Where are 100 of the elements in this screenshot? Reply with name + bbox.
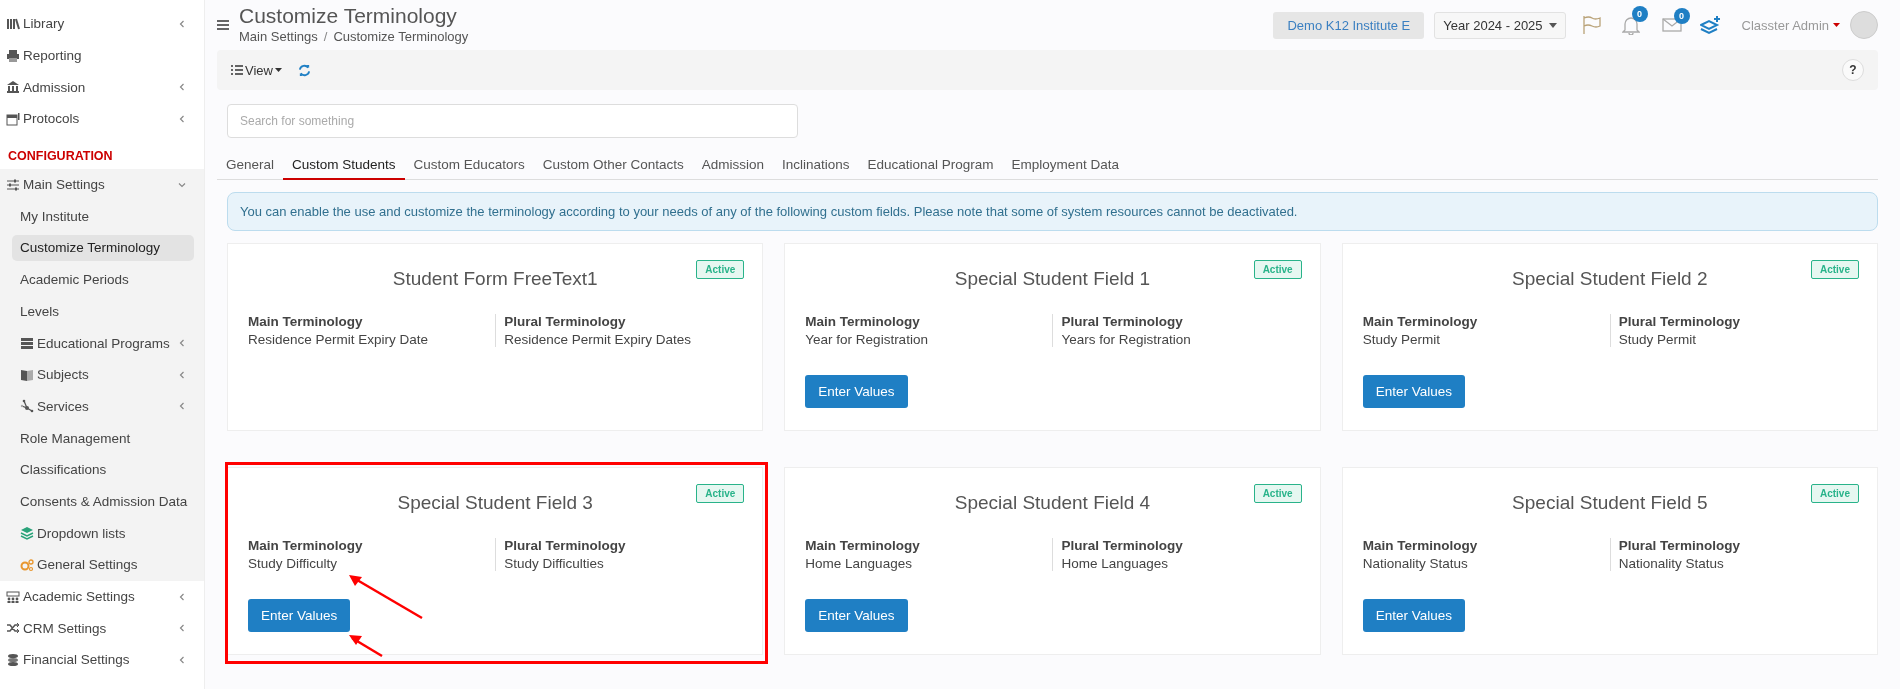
view-button[interactable]: View [231,62,282,78]
card-title: Special Student Field 4 [954,492,1151,514]
sidebar-item[interactable]: Reporting [2,42,194,69]
tab[interactable]: Inclinations [773,150,859,180]
tab[interactable]: General [217,150,284,180]
field-value: Nationality Status [1618,556,1725,571]
field-value: Study Permit [1618,332,1698,347]
field-value: Residence Permit Expiry Date [248,332,430,347]
sidebar-item[interactable]: Services [12,393,194,420]
search-field[interactable]: Search for something [227,104,798,138]
enter-values-button[interactable]: Enter Values [1362,375,1465,408]
enter-values-button[interactable]: Enter Values [1362,599,1465,632]
sidebar-item[interactable]: Consents & Admission Data [12,488,196,515]
sidebar-item[interactable]: CRM Settings [2,615,194,642]
bank-icon [6,80,20,95]
help-button[interactable]: ? [1842,59,1864,81]
sidebar-item[interactable]: Role Management [12,425,194,452]
layers-icon [20,526,34,541]
message-count: 0 [1673,8,1690,24]
status-badge: Active [1810,484,1859,503]
tab[interactable]: Employment Data [1002,150,1128,180]
status-badge: Active [696,484,745,503]
chevron-icon [178,402,186,411]
field-value: Nationality Status [1362,556,1469,571]
chevron-icon [178,592,186,601]
sidebar-item[interactable]: Protocols [2,105,194,132]
enter-values-button[interactable]: Enter Values [805,599,908,632]
refresh-icon[interactable] [297,63,311,77]
tab[interactable]: Custom Students [283,150,405,180]
chevron-icon [178,83,186,92]
tab[interactable]: Educational Program [858,150,1003,180]
enter-values-button[interactable]: Enter Values [248,599,351,632]
field-value: Residence Permit Expiry Dates [504,332,692,347]
field-label: Plural Terminology [1061,538,1184,553]
card-title: Special Student Field 1 [954,268,1151,290]
field-label: Plural Terminology [1061,314,1184,329]
field-value: Study Permit [1362,332,1441,347]
printer-icon [6,48,20,63]
sidebar-item[interactable]: Main Settings [2,171,194,198]
bell-icon[interactable] [1621,15,1640,35]
nodes-icon [20,399,34,414]
caret-icon [274,68,282,72]
chevron-icon [178,370,186,379]
chevron-icon [178,624,186,633]
sidebar-item[interactable]: Dropdown lists [12,520,194,547]
tab[interactable]: Custom Educators [404,150,534,180]
menu-icon[interactable] [217,20,229,30]
field-value: Study Difficulty [248,556,339,571]
breadcrumb-item: Customize Terminology [333,28,469,44]
field-label: Main Terminology [1362,314,1479,329]
field-label: Plural Terminology [1618,538,1742,553]
field-value: Home Languages [805,556,913,571]
page-title: Customize Terminology [239,2,458,29]
people-icon [6,589,20,604]
layers-add-icon[interactable] [1699,15,1722,35]
tab[interactable]: Custom Other Contacts [533,150,693,180]
status-badge: Active [1253,484,1302,503]
sidebar-item[interactable]: Academic Periods [12,266,194,293]
breadcrumb-separator: / [323,28,328,44]
breadcrumb-item[interactable]: Main Settings [239,28,318,44]
year-select[interactable]: Year 2024 - 2025 [1434,11,1566,39]
field-label: Main Terminology [805,538,921,553]
chevron-icon [178,180,186,189]
book-icon [20,367,34,382]
sidebar-item[interactable]: My Institute [12,203,194,230]
sidebar-item[interactable]: Subjects [12,361,194,388]
shuffle-icon [6,621,20,636]
mail-icon[interactable] [1661,17,1682,33]
info-alert: You can enable the use and customize the terminology according to your needs of any of the following custom fields. Please note that some of system resources cannot be deactivated. [227,192,1878,231]
card-title: Student Form FreeText1 [392,268,598,290]
sidebar-item[interactable]: Academic Settings [2,583,194,610]
sidebar-item[interactable]: Admission [2,74,194,101]
field-label: Main Terminology [805,314,921,329]
arrow [348,634,384,658]
sidebar-item[interactable]: Levels [12,298,194,325]
field-label: Plural Terminology [1618,314,1742,329]
server-icon [20,336,34,351]
sidebar-item[interactable]: Library [2,10,194,37]
chevron-icon [178,114,186,123]
field-label: Main Terminology [248,538,364,553]
card-title: Special Student Field 3 [397,492,593,514]
sidebar-item[interactable]: Customize Terminology [12,234,194,261]
flag-icon[interactable] [1581,15,1602,35]
field-value: Years for Registration [1061,332,1192,347]
status-badge: Active [1810,260,1859,279]
chevron-icon [178,655,186,664]
books-icon [6,16,20,31]
field-value: Home Languages [1061,556,1170,571]
field-label: Main Terminology [248,314,364,329]
sidebar-item[interactable]: General Settings [12,551,194,578]
tab[interactable]: Admission [692,150,773,180]
field-label: Plural Terminology [504,314,627,329]
sidebar-item[interactable]: Financial Settings [2,646,194,673]
sidebar-item[interactable]: Classifications [12,456,194,483]
field-label: Main Terminology [1362,538,1479,553]
calendar-icon [6,111,20,126]
sidebar-item[interactable]: Educational Programs [12,330,194,357]
status-badge: Active [696,260,745,279]
section-title: CONFIGURATION [7,147,114,165]
enter-values-button[interactable]: Enter Values [805,375,908,408]
